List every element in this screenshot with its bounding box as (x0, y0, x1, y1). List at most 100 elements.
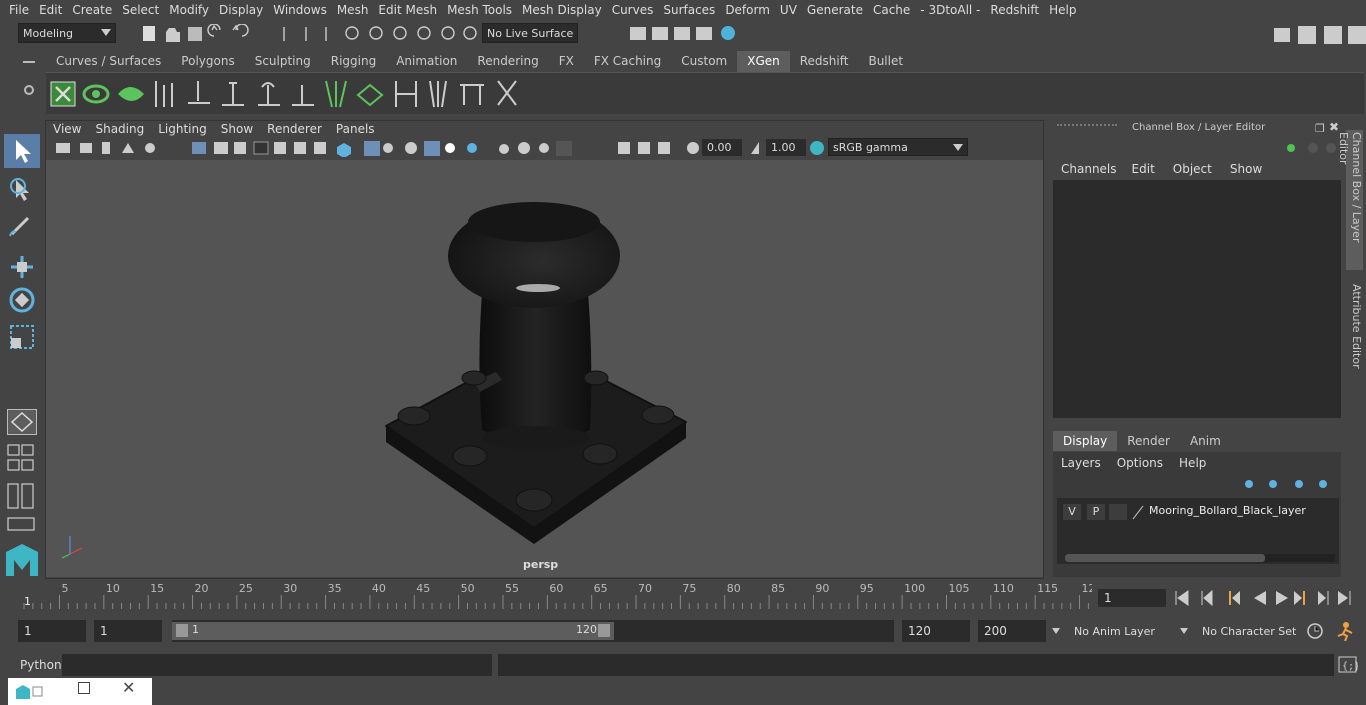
cb-menu-edit[interactable]: Edit (1123, 162, 1164, 176)
color-space-selector[interactable]: sRGB gamma (828, 138, 968, 156)
mode-selector[interactable]: Modeling (18, 23, 116, 43)
layer-row[interactable]: V P Mooring_Bollard_Black_layer (1059, 502, 1335, 522)
live-surface-field[interactable]: No Live Surface (482, 23, 578, 43)
exposure-field[interactable]: 0.00 (702, 139, 742, 156)
anim-prefs-icon[interactable] (1306, 622, 1324, 640)
gamma-field[interactable]: 1.00 (766, 139, 806, 156)
playback-controls[interactable] (1172, 589, 1362, 607)
end-time-field[interactable]: 200 (978, 620, 1046, 642)
layout-buttons[interactable] (6, 442, 38, 552)
layer-display-type[interactable] (1109, 504, 1127, 520)
vp-menu-view[interactable]: View (46, 121, 88, 137)
menu-cache[interactable]: Cache (868, 3, 915, 17)
menu-deform[interactable]: Deform (720, 3, 775, 17)
channel-list[interactable] (1053, 180, 1341, 418)
gear-icon[interactable] (24, 85, 34, 95)
app-window-icon[interactable] (14, 683, 44, 701)
layer-playback-toggle[interactable]: P (1087, 504, 1105, 520)
tab-render[interactable]: Render (1117, 431, 1180, 451)
menu-file[interactable]: File (4, 3, 34, 17)
current-frame-field[interactable]: 1 (1098, 589, 1166, 607)
menu-windows[interactable]: Windows (268, 3, 332, 17)
cb-menu-show[interactable]: Show (1221, 162, 1271, 176)
transform-tools[interactable] (6, 176, 38, 406)
vp-menu-renderer[interactable]: Renderer (260, 121, 329, 137)
layer-menu-options[interactable]: Options (1117, 456, 1179, 470)
tab-bullet[interactable]: Bullet (858, 51, 913, 72)
menu-mesh-tools[interactable]: Mesh Tools (442, 3, 517, 17)
menu-3dtoall[interactable]: - 3DtoAll - (915, 3, 985, 17)
channel-box-icons[interactable] (1283, 140, 1339, 156)
tab-curves-surfaces[interactable]: Curves / Surfaces (46, 51, 171, 72)
start-time-field[interactable]: 1 (18, 620, 86, 642)
layer-scrollbar[interactable] (1065, 554, 1335, 562)
range-end-grip[interactable] (598, 624, 610, 637)
range-start-grip[interactable] (176, 624, 188, 637)
menu-uv[interactable]: UV (775, 3, 802, 17)
tab-display[interactable]: Display (1053, 431, 1118, 451)
playback-end-field[interactable]: 120 (902, 620, 970, 642)
tab-animation[interactable]: Animation (386, 51, 467, 72)
snap-toggle-button[interactable] (7, 409, 37, 435)
range-slider[interactable]: 1 120 (172, 620, 894, 642)
anim-layer-selector[interactable]: No Anim Layer (1050, 620, 1170, 642)
tab-xgen[interactable]: XGen (737, 51, 790, 72)
tab-rigging[interactable]: Rigging (321, 51, 386, 72)
cb-menu-channels[interactable]: Channels (1059, 162, 1123, 176)
layer-menu-layers[interactable]: Layers (1061, 456, 1117, 470)
side-tab-attribute-editor[interactable]: Attribute Editor (1346, 284, 1363, 374)
workspace-icons[interactable] (1270, 24, 1366, 46)
close-icon[interactable]: ✕ (122, 678, 135, 697)
tab-fx-caching[interactable]: FX Caching (584, 51, 671, 72)
side-tab-channel-box[interactable]: Channel Box / Layer Editor (1337, 130, 1363, 270)
vp-menu-lighting[interactable]: Lighting (151, 121, 214, 137)
render-toolbar-icons[interactable] (585, 24, 745, 44)
menu-mesh-display[interactable]: Mesh Display (517, 3, 607, 17)
character-set-selector[interactable]: No Character Set (1178, 620, 1304, 642)
command-input[interactable] (62, 654, 492, 676)
select-tool-button[interactable] (4, 134, 40, 168)
viewport-3d-view[interactable]: persp (46, 160, 1043, 577)
running-man-icon[interactable] (1334, 621, 1356, 641)
script-language-label[interactable]: Python (20, 658, 62, 672)
menu-edit-mesh[interactable]: Edit Mesh (373, 3, 442, 17)
color-management-icon[interactable] (808, 139, 826, 157)
tab-rendering[interactable]: Rendering (467, 51, 548, 72)
panel-float-icon[interactable]: ❐ (1315, 122, 1325, 135)
layer-menu-help[interactable]: Help (1179, 456, 1206, 470)
menu-edit[interactable]: Edit (34, 3, 67, 17)
panel-grip[interactable] (1057, 124, 1117, 130)
menu-generate[interactable]: Generate (802, 3, 868, 17)
menu-surfaces[interactable]: Surfaces (658, 3, 720, 17)
range-slider-handle[interactable]: 1 120 (172, 622, 614, 640)
tab-custom[interactable]: Custom (671, 51, 737, 72)
scrollbar-thumb[interactable] (1065, 554, 1265, 562)
menu-redshift[interactable]: Redshift (985, 3, 1044, 17)
menu-help[interactable]: Help (1044, 3, 1081, 17)
script-editor-icon[interactable]: {;} (1338, 656, 1358, 674)
layer-action-icons[interactable] (1243, 474, 1333, 492)
menu-create[interactable]: Create (67, 3, 117, 17)
tab-sculpting[interactable]: Sculpting (245, 51, 321, 72)
menu-display[interactable]: Display (214, 3, 268, 17)
menu-modify[interactable]: Modify (164, 3, 214, 17)
maximize-icon[interactable] (78, 682, 90, 694)
layer-visibility-toggle[interactable]: V (1063, 504, 1081, 520)
tab-polygons[interactable]: Polygons (171, 51, 244, 72)
layer-color-icon[interactable] (1131, 504, 1145, 520)
time-slider[interactable]: 5 10 15 20 25 30 35 40 45 50 55 60 65 70 75 80 85 90 95 100… (20, 581, 1096, 611)
menu-select[interactable]: Select (117, 3, 164, 17)
vp-menu-panels[interactable]: Panels (329, 121, 382, 137)
menu-curves[interactable]: Curves (607, 3, 659, 17)
shelf-options[interactable] (18, 55, 40, 115)
vp-menu-shading[interactable]: Shading (88, 121, 151, 137)
tab-redshift[interactable]: Redshift (790, 51, 859, 72)
cb-menu-object[interactable]: Object (1164, 162, 1221, 176)
tab-anim[interactable]: Anim (1180, 431, 1231, 451)
panel-toolbar-icons[interactable] (50, 139, 690, 157)
tab-fx[interactable]: FX (549, 51, 584, 72)
vp-menu-show[interactable]: Show (214, 121, 260, 137)
xgen-shelf-icons[interactable] (46, 73, 546, 113)
playback-start-field[interactable]: 1 (94, 620, 162, 642)
menu-mesh[interactable]: Mesh (332, 3, 374, 17)
